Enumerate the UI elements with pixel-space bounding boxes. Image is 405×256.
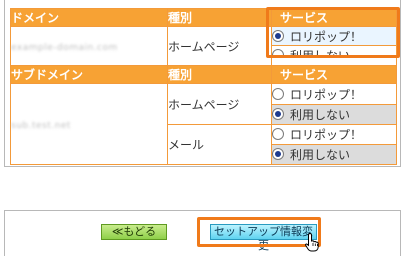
subdomain-type-column-header: 種別 — [167, 65, 272, 84]
option-label: ロリポップ！ — [290, 87, 363, 102]
radio-selected-icon[interactable] — [272, 108, 284, 120]
subdomain-header-row: サブドメイン 種別 サービス — [10, 65, 397, 84]
subdomain-type-cell-homepage: ホームページ — [167, 83, 272, 125]
domain-type-label: ホームページ — [168, 39, 240, 54]
setup-change-button[interactable]: セットアップ情報変更 — [210, 224, 317, 252]
subdomain-hp-option-none[interactable]: 利用しない — [271, 104, 397, 125]
option-label: 利用しない — [290, 108, 351, 122]
subdomain-type-label: ホームページ — [168, 97, 240, 112]
type-column-header: 種別 — [167, 8, 272, 27]
subdomain-name: sub.test.net — [11, 121, 71, 131]
radio-icon[interactable] — [272, 128, 284, 140]
option-label: ロリポップ！ — [290, 29, 363, 44]
domain-name-cell: example-domain.com — [10, 26, 168, 66]
domain-type-cell: ホームページ — [167, 26, 272, 66]
domain-row: example-domain.com ホームページ ロリポップ！ — [10, 26, 397, 66]
subdomain-type-cell-mail: メール — [167, 124, 272, 165]
subdomain-name-cell: sub.test.net — [10, 83, 168, 165]
radio-selected-icon[interactable] — [272, 148, 284, 160]
domain-column-header: ドメイン — [10, 8, 168, 27]
domain-header-row: ドメイン 種別 サービス — [10, 8, 397, 27]
subdomain-row-homepage: sub.test.net ホームページ ロリポップ！ — [10, 83, 397, 165]
domain-option-none[interactable]: 利用しない — [271, 45, 397, 66]
service-settings-panel: ドメイン 種別 サービス example-domain.com ホームページ ロ… — [4, 0, 401, 167]
option-label: 利用しない — [290, 49, 351, 58]
service-column-header: サービス — [271, 8, 397, 27]
domain-option-lolipop[interactable]: ロリポップ！ — [271, 26, 397, 46]
subdomain-type-label: メール — [168, 138, 205, 152]
domain-name: example-domain.com — [11, 43, 118, 53]
action-footer: ≪もどる セットアップ情報変更 — [4, 210, 401, 256]
hand-pointer-icon — [305, 232, 319, 252]
subdomain-column-header: サブドメイン — [10, 65, 168, 84]
subdomain-mail-option-none[interactable]: 利用しない — [271, 144, 397, 165]
subdomain-mail-option-lolipop[interactable]: ロリポップ！ — [271, 124, 397, 145]
option-label: 利用しない — [290, 148, 351, 162]
radio-selected-icon[interactable] — [272, 29, 284, 42]
back-button[interactable]: ≪もどる — [101, 224, 167, 240]
radio-icon[interactable] — [272, 49, 284, 58]
subdomain-hp-option-lolipop[interactable]: ロリポップ！ — [271, 83, 397, 105]
service-table: ドメイン 種別 サービス example-domain.com ホームページ ロ… — [10, 8, 397, 165]
radio-icon[interactable] — [272, 87, 284, 100]
option-label: ロリポップ！ — [290, 128, 363, 142]
subdomain-service-column-header: サービス — [271, 65, 397, 84]
